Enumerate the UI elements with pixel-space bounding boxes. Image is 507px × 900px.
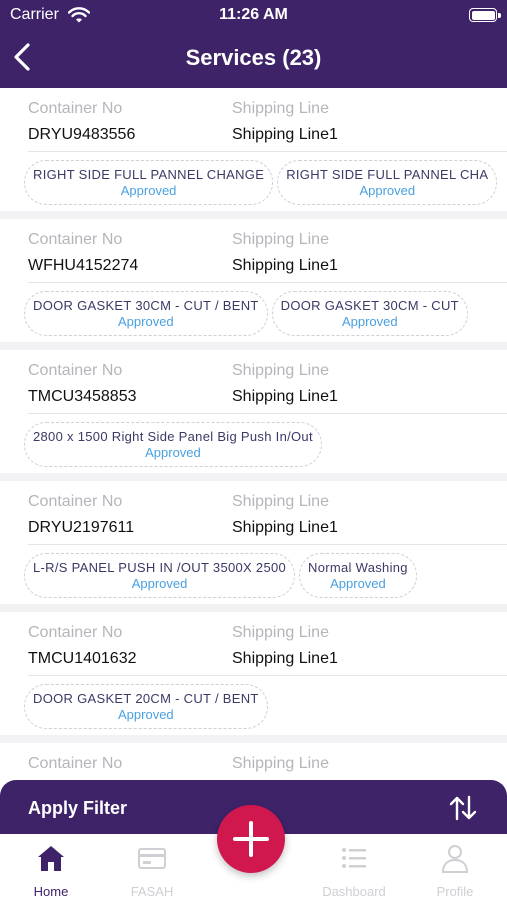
shipping-line-label: Shipping Line <box>232 362 329 379</box>
service-card[interactable]: Container No Shipping Line DRYU2197611 S… <box>0 481 507 604</box>
card-divider <box>28 413 507 414</box>
job-chip[interactable]: DOOR GASKET 20CM - CUT / BENT Approved <box>24 684 268 729</box>
job-name: RIGHT SIDE FULL PANNEL CHANGE <box>33 167 265 182</box>
job-status: Approved <box>118 707 174 722</box>
shipping-line-label: Shipping Line <box>232 624 329 641</box>
job-name: RIGHT SIDE FULL PANNEL CHA <box>286 167 489 182</box>
card-divider <box>28 675 507 676</box>
job-status: Approved <box>330 576 386 591</box>
job-status: Approved <box>131 576 188 591</box>
container-no-label: Container No <box>28 624 123 641</box>
job-status: Approved <box>118 314 174 329</box>
container-no-value: TMCU1401632 <box>28 650 137 667</box>
page-title: Services (23) <box>185 45 322 70</box>
apply-filter-label: Apply Filter <box>28 798 128 818</box>
job-name: Normal Washing <box>308 560 408 575</box>
job-chip[interactable]: Normal Washing Approved <box>299 553 417 598</box>
shipping-line-value: Shipping Line1 <box>232 650 338 667</box>
job-chip[interactable]: DOOR GASKET 30CM - CUT Approved <box>271 291 468 336</box>
job-chips: 2800 x 1500 Right Side Panel Big Push In… <box>24 422 326 467</box>
job-chips: RIGHT SIDE FULL PANNEL CHANGE Approved R… <box>24 160 501 205</box>
shipping-line-label: Shipping Line <box>232 755 329 772</box>
job-name: DOOR GASKET 20CM - CUT / BENT <box>33 691 259 706</box>
card-icon <box>138 848 166 869</box>
services-list[interactable]: Container No Shipping Line DRYU9483556 S… <box>0 88 507 800</box>
card-divider <box>28 282 507 283</box>
service-card[interactable]: Container No Shipping Line DRYU9483556 S… <box>0 88 507 211</box>
container-no-value: DRYU9483556 <box>28 126 136 143</box>
shipping-line-value: Shipping Line1 <box>232 257 338 274</box>
job-status: Approved <box>341 314 398 329</box>
service-card[interactable]: Container No Shipping Line TMCU1401632 S… <box>0 612 507 735</box>
job-status: Approved <box>359 183 416 198</box>
tab-home[interactable]: Home <box>1 834 101 900</box>
shipping-line-value: Shipping Line1 <box>232 126 338 143</box>
shipping-line-value: Shipping Line1 <box>232 388 338 405</box>
tab-label: Profile <box>436 884 474 899</box>
job-status: Approved <box>120 183 177 198</box>
container-no-label: Container No <box>28 100 123 117</box>
container-no-label: Container No <box>28 231 123 248</box>
container-no-label: Container No <box>28 493 123 510</box>
shipping-line-label: Shipping Line <box>232 493 329 510</box>
card-divider <box>28 151 507 152</box>
shipping-line-value: Shipping Line1 <box>232 519 338 536</box>
tab-fasah[interactable]: FASAH <box>102 834 202 900</box>
container-no-label: Container No <box>28 362 123 379</box>
battery-icon <box>469 8 497 22</box>
job-chips: L-R/S PANEL PUSH IN /OUT 3500X 2500 Appr… <box>24 553 421 598</box>
service-card[interactable]: Container No Shipping Line WFHU4152274 S… <box>0 219 507 342</box>
shipping-line-label: Shipping Line <box>232 100 329 117</box>
shipping-line-label: Shipping Line <box>232 231 329 248</box>
status-bar: Carrier 11:26 AM <box>0 0 507 32</box>
container-no-value: DRYU2197611 <box>28 519 135 536</box>
plus-icon <box>233 821 269 857</box>
job-chips: DOOR GASKET 30CM - CUT / BENT Approved D… <box>24 291 472 336</box>
job-chip[interactable]: RIGHT SIDE FULL PANNEL CHANGE Approved <box>24 160 274 205</box>
container-no-label: Container No <box>28 755 123 772</box>
job-chips: DOOR GASKET 20CM - CUT / BENT Approved <box>24 684 272 729</box>
job-name: L-R/S PANEL PUSH IN /OUT 3500X 2500 <box>33 560 287 575</box>
container-no-value: TMCU3458853 <box>28 388 137 405</box>
job-chip[interactable]: DOOR GASKET 30CM - CUT / BENT Approved <box>24 291 268 336</box>
tab-dashboard[interactable]: Dashboard <box>304 834 404 900</box>
list-icon <box>342 848 366 868</box>
job-chip[interactable]: RIGHT SIDE FULL PANNEL CHA Approved <box>277 160 498 205</box>
card-divider <box>28 544 507 545</box>
sort-icon[interactable] <box>447 794 479 822</box>
tab-label: FASAH <box>130 884 174 899</box>
tab-label: Dashboard <box>322 884 386 899</box>
job-status: Approved <box>145 445 201 460</box>
app-header: Carrier 11:26 AM Services (23) <box>0 0 507 88</box>
job-name: DOOR GASKET 30CM - CUT / BENT <box>33 298 259 313</box>
battery-tip <box>498 13 501 18</box>
add-service-button[interactable] <box>217 805 285 873</box>
home-icon <box>38 846 64 871</box>
job-name: DOOR GASKET 30CM - CUT <box>280 298 459 313</box>
tab-profile[interactable]: Profile <box>405 834 505 900</box>
job-name: 2800 x 1500 Right Side Panel Big Push In… <box>33 429 313 444</box>
person-icon <box>441 845 469 873</box>
job-chip[interactable]: 2800 x 1500 Right Side Panel Big Push In… <box>24 422 322 467</box>
job-chip[interactable]: L-R/S PANEL PUSH IN /OUT 3500X 2500 Appr… <box>24 553 296 598</box>
clock: 11:26 AM <box>219 6 288 23</box>
container-no-value: WFHU4152274 <box>28 257 139 274</box>
service-card[interactable]: Container No Shipping Line TMCU3458853 S… <box>0 350 507 473</box>
tab-label: Home <box>33 884 69 899</box>
